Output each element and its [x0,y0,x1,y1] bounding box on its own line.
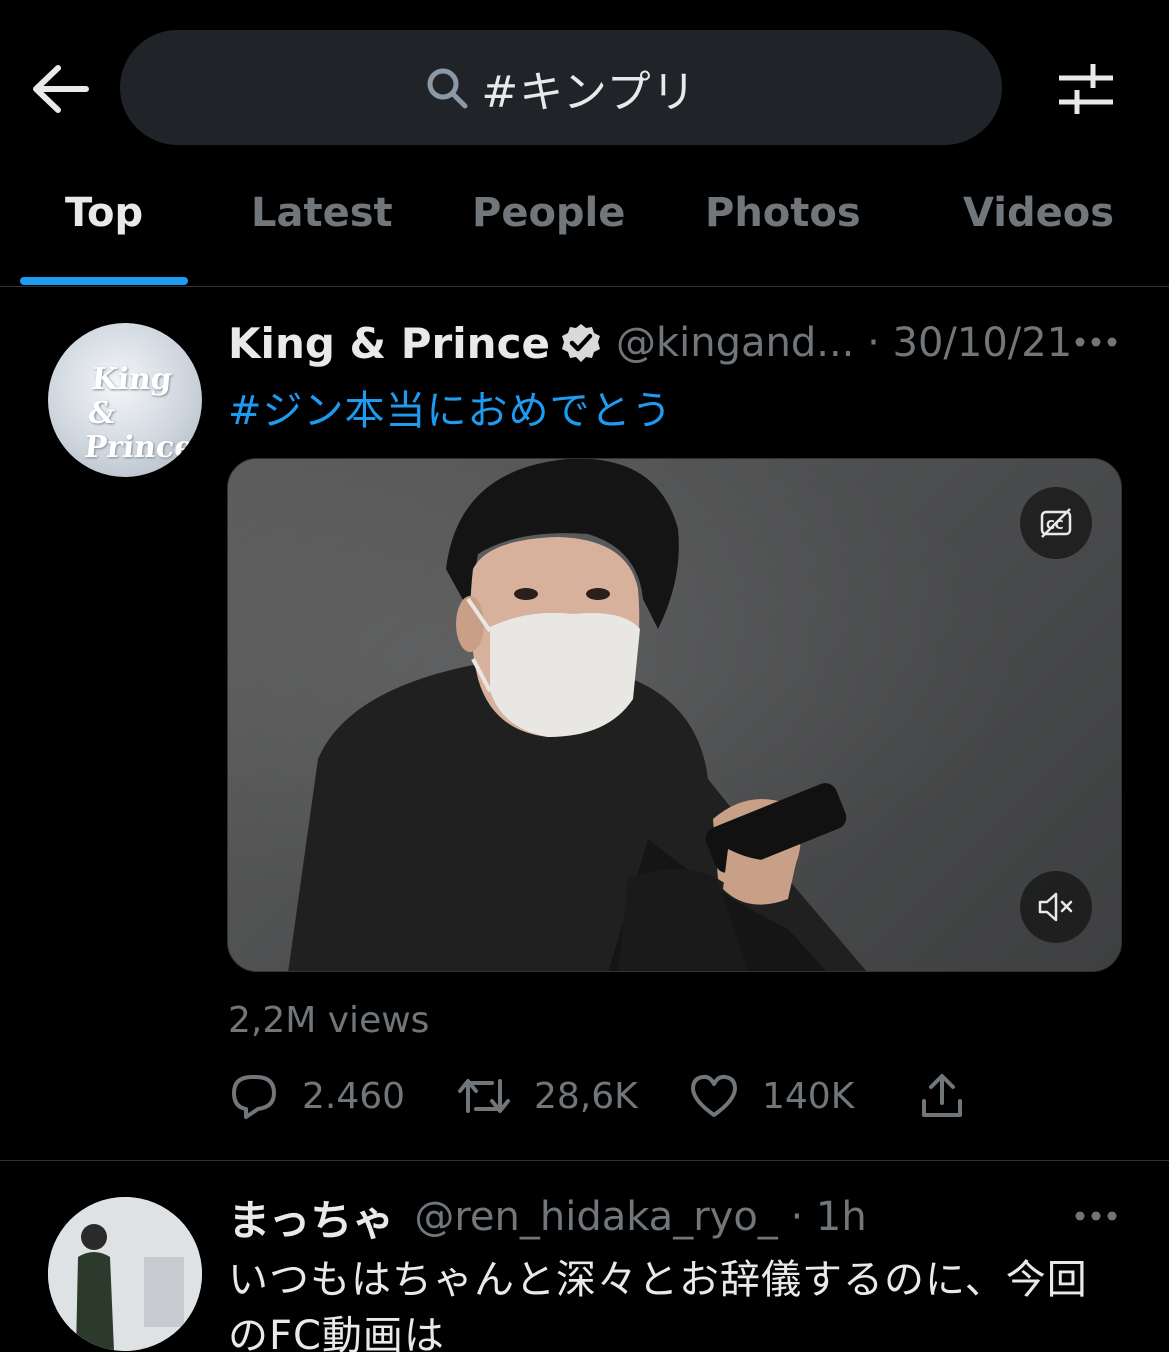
tweet-divider [0,1160,1169,1161]
retweet-icon [458,1079,510,1113]
tweet-actions: 2.460 28,6K 140K [228,1068,1128,1124]
verified-badge-icon [561,324,600,362]
tab-people[interactable]: People [472,190,625,236]
arrow-left-icon [33,65,89,113]
cc-off-icon: CC [1040,508,1072,538]
view-count: 2,2M views [228,1000,430,1041]
share-button[interactable] [916,1068,968,1124]
retweet-button[interactable]: 28,6K [456,1068,638,1124]
search-input[interactable]: #キンプリ [120,30,1002,145]
active-tab-indicator [20,277,188,285]
avatar[interactable]: King & Prince [48,323,202,477]
like-button[interactable]: 140K [688,1068,854,1124]
sliders-icon [1059,64,1113,114]
heart-icon [691,1074,737,1117]
handle-and-date[interactable]: @ren_hidaka_ryo_ · 1h [414,1194,866,1240]
search-icon [427,68,468,108]
tab-photos[interactable]: Photos [705,190,861,236]
display-name[interactable]: King & Prince [228,319,550,368]
tweet-header: King & Prince @kingand... · 30/10/21 [228,318,1072,368]
tab-videos[interactable]: Videos [963,190,1114,236]
retweet-count: 28,6K [534,1075,638,1117]
reply-count: 2.460 [302,1075,406,1117]
tweet-text: いつもはちゃんと深々とお辞儀するのに、今回のFC動画は [228,1257,1088,1352]
handle-and-date[interactable]: @kingand... · 30/10/21 [616,320,1072,366]
tweet-header: まっちゃ @ren_hidaka_ryo_ · 1h [228,1192,867,1245]
tweet-hashtag-link[interactable]: #ジン本当におめでとう [228,378,673,436]
more-options-icon[interactable] [1074,1210,1118,1222]
search-filters-button[interactable] [1055,58,1117,118]
reply-icon [232,1075,276,1119]
search-tabs: Top Latest People Photos Videos [0,170,1169,287]
video-player[interactable]: CC [227,458,1122,972]
back-button[interactable] [30,62,90,116]
mute-button[interactable] [1020,871,1092,943]
tab-top[interactable]: Top [65,190,143,236]
display-name[interactable]: まっちゃ [228,1187,394,1248]
avatar[interactable] [48,1197,202,1351]
muted-speaker-icon [1038,892,1073,922]
more-options-icon[interactable] [1074,336,1118,348]
search-query: #キンプリ [481,66,697,118]
like-count: 140K [762,1075,855,1117]
reply-button[interactable]: 2.460 [228,1068,405,1124]
tab-latest[interactable]: Latest [251,190,393,236]
captions-button[interactable]: CC [1020,487,1092,559]
king-and-prince-logo: King & Prince [82,362,196,465]
video-frame-person [288,459,867,971]
share-icon [922,1074,962,1117]
avatar-photo [48,1197,202,1351]
